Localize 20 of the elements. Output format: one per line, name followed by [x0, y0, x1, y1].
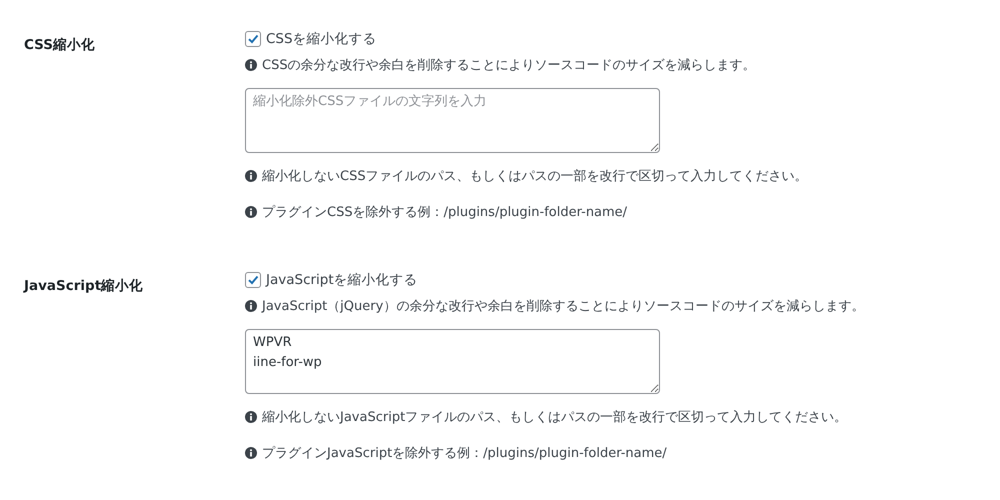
checkbox-label[interactable]: CSSを縮小化する — [266, 30, 377, 48]
exclude-textarea[interactable]: WPVR iine-for-wp — [245, 329, 660, 394]
checkbox[interactable] — [245, 31, 261, 47]
exclude-textarea[interactable]: 縮小化除外CSSファイルの文字列を入力 — [245, 88, 660, 153]
info-icon — [245, 300, 257, 312]
description-text: CSSの余分な改行や余白を削除することによりソースコードのサイズを減らします。 — [262, 57, 756, 74]
info-icon — [245, 59, 257, 71]
info-icon — [245, 411, 257, 423]
note-text: プラグインJavaScriptを除外する例：/plugins/plugin-folder-name/ — [262, 445, 667, 462]
note-text: プラグインCSSを除外する例：/plugins/plugin-folder-name/ — [262, 204, 628, 221]
checkbox-label[interactable]: JavaScriptを縮小化する — [266, 271, 418, 289]
info-icon — [245, 206, 257, 218]
note-text: 縮小化しないJavaScriptファイルのパス、もしくはパスの一部を改行で区切って入力してください。 — [262, 409, 848, 426]
setting-label: JavaScript縮小化 — [24, 277, 144, 296]
info-icon — [245, 447, 257, 459]
setting-label: CSS縮小化 — [24, 36, 95, 55]
checkbox[interactable] — [245, 272, 261, 288]
note-text: 縮小化しないCSSファイルのパス、もしくはパスの一部を改行で区切って入力してください。 — [262, 168, 808, 185]
description-text: JavaScript（jQuery）の余分な改行や余白を削除することによりソースコードのサイズを減らします。 — [262, 298, 864, 315]
info-icon — [245, 170, 257, 182]
